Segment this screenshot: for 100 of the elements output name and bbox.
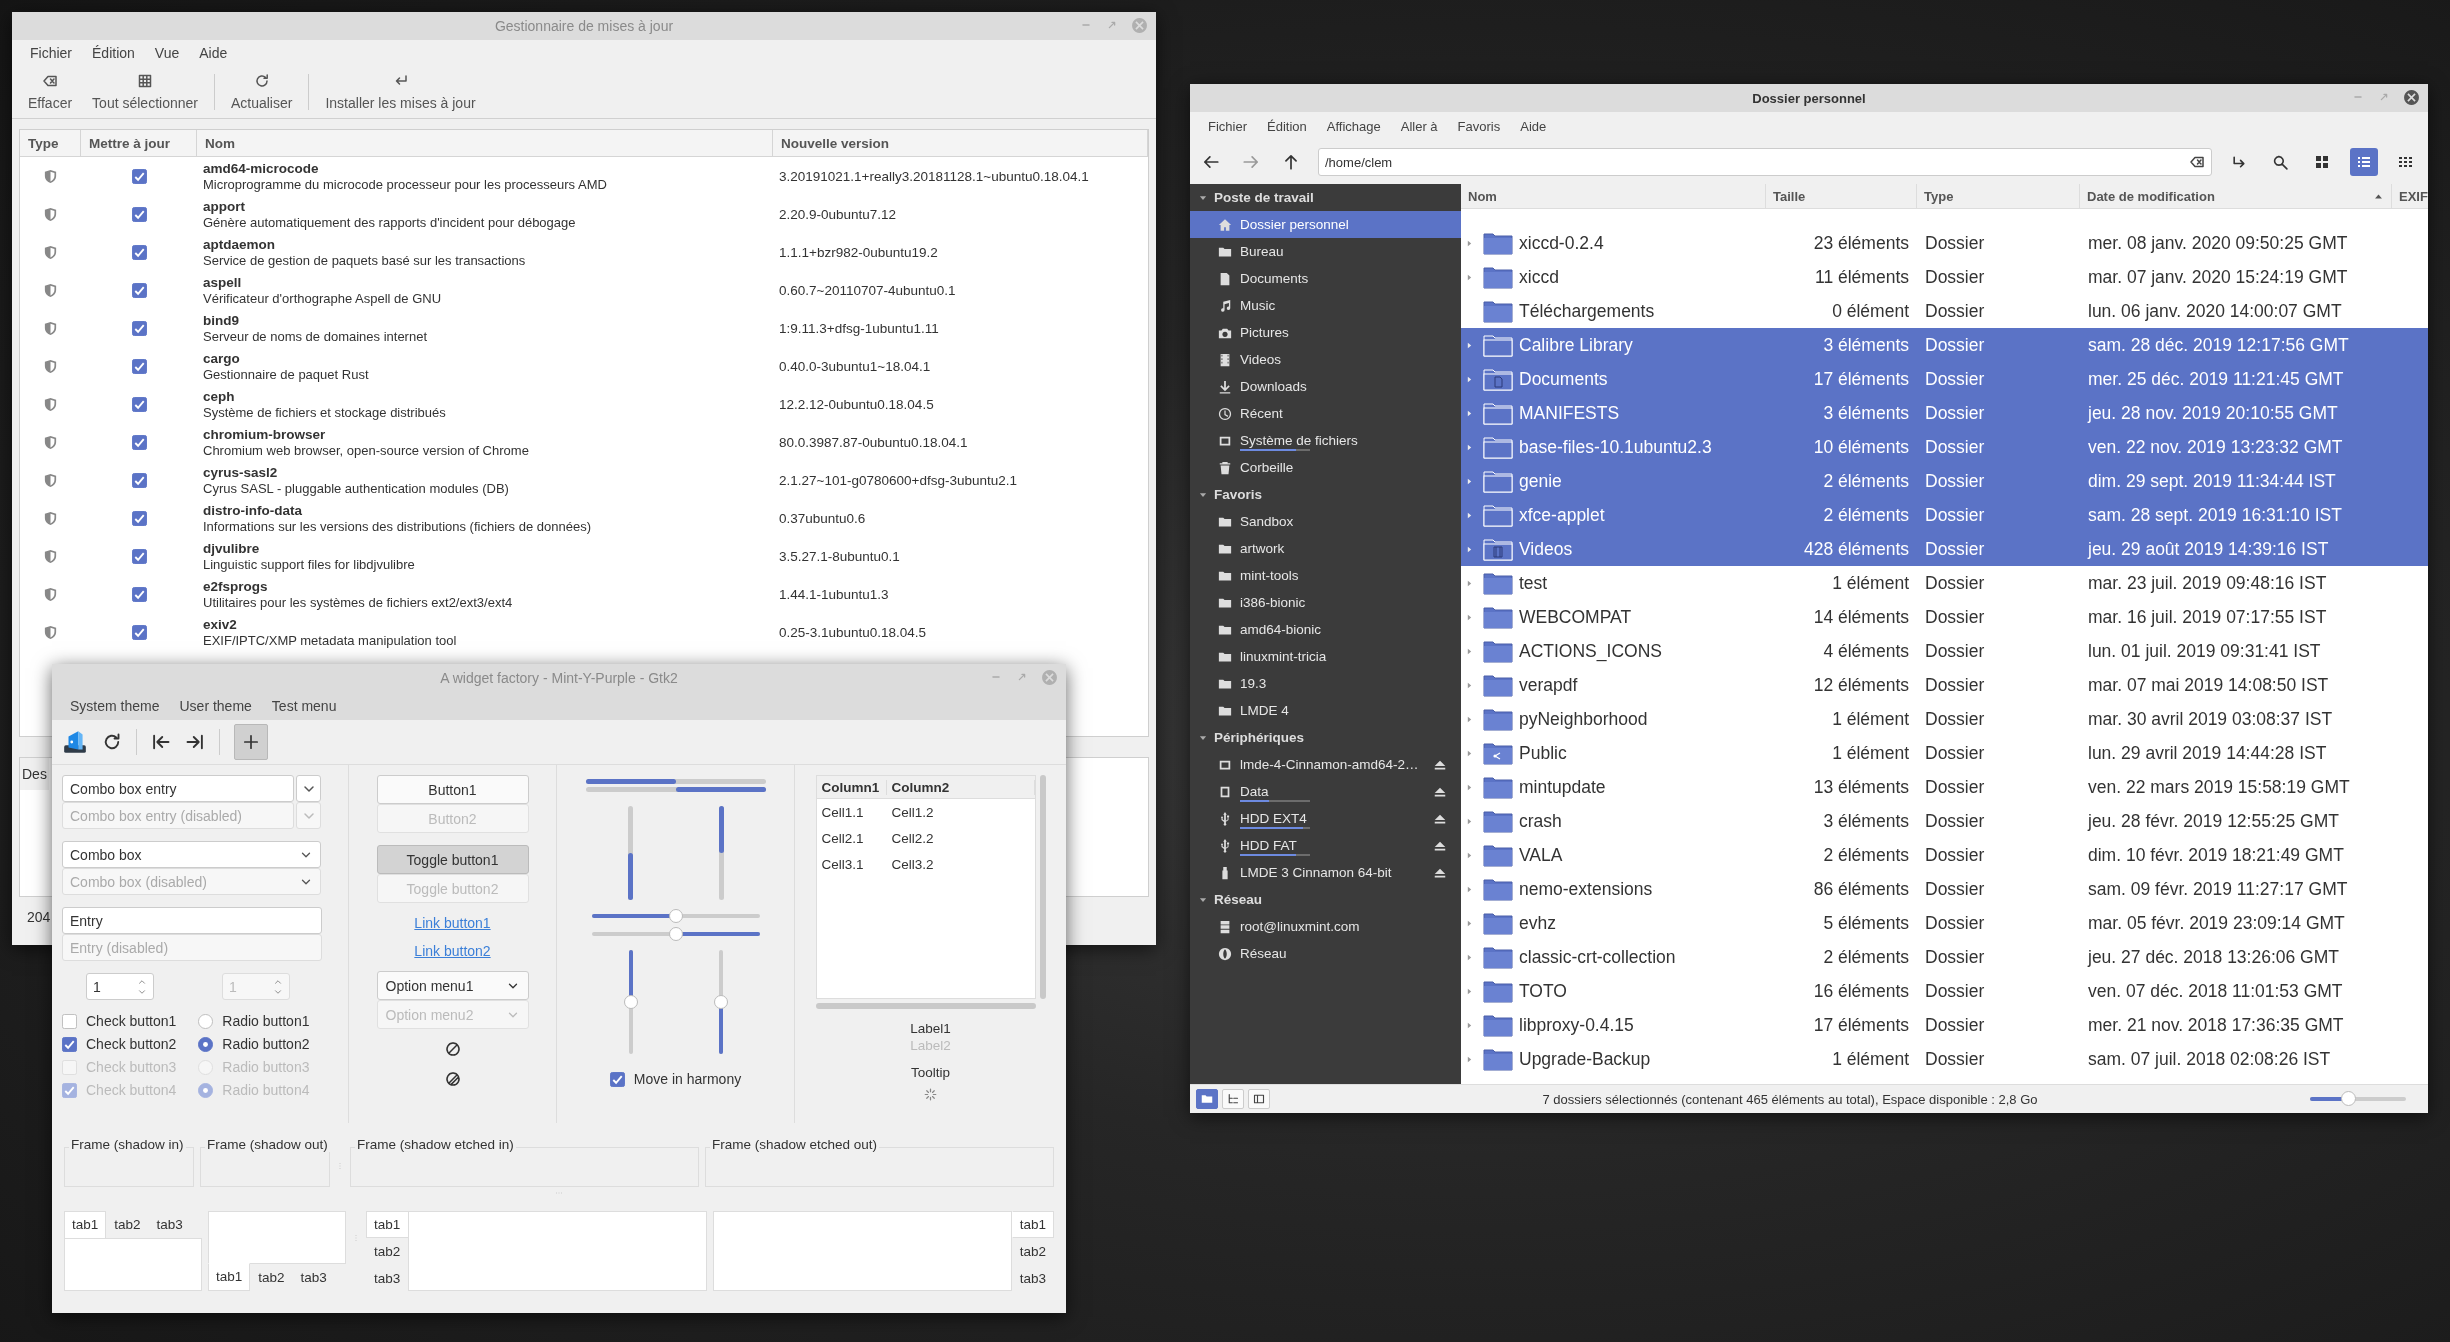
file-row[interactable]: VALA 2 éléments Dossier dim. 10 févr. 2019 18:21:49 GMT xyxy=(1461,838,2428,872)
slider-thumb[interactable] xyxy=(668,927,683,941)
menu-item[interactable]: Aller à xyxy=(1390,115,1448,137)
location-field[interactable]: /home/clem xyxy=(1318,148,2212,176)
menu-item[interactable]: Aide xyxy=(1510,115,1557,137)
file-row[interactable]: TOTO 16 éléments Dossier ven. 07 déc. 2018 11:01:53 GMT xyxy=(1461,974,2428,1008)
sidebar-item[interactable]: 19.3 xyxy=(1190,670,1461,697)
checkbox[interactable] xyxy=(62,1036,77,1052)
sidebar-item[interactable]: Music xyxy=(1190,292,1461,319)
search-icon[interactable] xyxy=(2272,153,2289,171)
column-header[interactable]: Column2 xyxy=(886,779,1035,795)
file-row[interactable]: test 1 élément Dossier mar. 23 juil. 2019 09:48:16 IST xyxy=(1461,566,2428,600)
file-row[interactable]: Téléchargements 0 élément Dossier lun. 06 janv. 2020 14:00:07 GMT xyxy=(1461,294,2428,328)
toolbar-button[interactable]: Actualiser xyxy=(220,66,303,118)
combo-entry-field[interactable]: Combo box entry xyxy=(62,775,294,802)
file-row[interactable]: Public 1 élément Dossier lun. 29 avril 2019 14:44:28 IST xyxy=(1461,736,2428,770)
checkbox[interactable] xyxy=(131,358,147,374)
column-header[interactable]: Mettre à jour xyxy=(81,130,197,156)
file-row[interactable]: Upgrade-Backup 1 élément Dossier sam. 07 juil. 2018 02:08:26 IST xyxy=(1461,1042,2428,1076)
column-header[interactable]: Nouvelle version xyxy=(773,130,1148,156)
tab[interactable]: tab3 xyxy=(366,1265,409,1292)
menu-item[interactable]: User theme xyxy=(169,695,262,717)
sidebar-item[interactable]: amd64-bionic xyxy=(1190,616,1461,643)
slider-thumb[interactable] xyxy=(623,995,638,1009)
checkbox[interactable] xyxy=(131,624,147,640)
checkbox[interactable] xyxy=(131,472,147,488)
checkbox[interactable] xyxy=(609,1071,625,1087)
menu-item[interactable]: Aide xyxy=(189,42,238,64)
sidebar-item[interactable]: Corbeille xyxy=(1190,454,1461,481)
scrollbar[interactable] xyxy=(1039,775,1046,999)
toolbar-button[interactable]: Effacer xyxy=(18,66,83,118)
sidebar-item[interactable]: Récent xyxy=(1190,400,1461,427)
file-row[interactable]: xfce-applet 2 éléments Dossier sam. 28 sept. 2019 16:31:10 IST xyxy=(1461,498,2428,532)
sidebar-item[interactable]: Downloads xyxy=(1190,373,1461,400)
backspace-icon[interactable] xyxy=(2189,154,2205,170)
checkbox[interactable] xyxy=(131,434,147,450)
sidebar-item[interactable]: linuxmint-tricia xyxy=(1190,643,1461,670)
tab[interactable]: tab2 xyxy=(250,1264,293,1291)
file-row[interactable]: Documents 17 éléments Dossier mer. 25 déc. 2019 11:21:45 GMT xyxy=(1461,362,2428,396)
file-row[interactable]: Calibre Library 3 éléments Dossier sam. 28 déc. 2019 12:17:56 GMT xyxy=(1461,328,2428,362)
slider-thumb[interactable] xyxy=(713,995,728,1009)
menu-item[interactable]: Fichier xyxy=(1198,115,1257,137)
file-row[interactable]: Videos 428 éléments Dossier jeu. 29 août 2019 14:39:16 IST xyxy=(1461,532,2428,566)
sidebar-item[interactable]: lmde-4-Cinnamon-amd64-2… xyxy=(1190,751,1433,778)
toggle-button[interactable] xyxy=(234,724,268,760)
option-menu[interactable]: Option menu1 xyxy=(376,971,529,1000)
sidebar-item[interactable]: Pictures xyxy=(1190,319,1461,346)
file-row[interactable]: xiccd 11 éléments Dossier mar. 07 janv. 2020 15:24:19 GMT xyxy=(1461,260,2428,294)
sidebar-item[interactable]: Réseau xyxy=(1190,940,1461,967)
sidebar-item[interactable]: Videos xyxy=(1190,346,1461,373)
file-row[interactable]: mintupdate 13 éléments Dossier ven. 22 mars 2019 15:58:19 GMT xyxy=(1461,770,2428,804)
checkbox[interactable] xyxy=(131,510,147,526)
up-arrow-icon[interactable] xyxy=(1282,153,1300,171)
sidebar-item[interactable]: Sandbox xyxy=(1190,508,1461,535)
scrollbar[interactable] xyxy=(815,1003,1036,1009)
file-row[interactable]: pyNeighborhood 1 élément Dossier mar. 30 avril 2019 03:08:37 IST xyxy=(1461,702,2428,736)
menu-item[interactable]: Vue xyxy=(144,42,190,64)
column-header[interactable]: Type xyxy=(20,130,81,156)
checkbox[interactable] xyxy=(131,320,147,336)
column-header[interactable]: Nom xyxy=(1461,184,1766,208)
pane-button[interactable] xyxy=(1248,1089,1270,1109)
sidebar-item[interactable]: Documents xyxy=(1190,265,1461,292)
location-toggle-icon[interactable] xyxy=(2231,153,2248,171)
sidebar-item[interactable]: HDD FAT xyxy=(1190,832,1433,859)
checkbox[interactable] xyxy=(131,282,147,298)
menu-item[interactable]: Fichier xyxy=(20,42,82,64)
tab[interactable]: tab2 xyxy=(366,1238,409,1265)
first-icon[interactable] xyxy=(151,732,171,752)
sidebar-item[interactable]: mint-tools xyxy=(1190,562,1461,589)
file-row[interactable]: base-files-10.1ubuntu2.3 10 éléments Dossier ven. 22 nov. 2019 13:23:32 GMT xyxy=(1461,430,2428,464)
file-row[interactable]: verapdf 12 éléments Dossier mar. 07 mai 2019 14:08:50 IST xyxy=(1461,668,2428,702)
column-header[interactable]: Date de modification xyxy=(2080,184,2392,208)
file-row[interactable]: classic-crt-collection 2 éléments Dossier jeu. 27 déc. 2018 13:26:06 GMT xyxy=(1461,940,2428,974)
last-icon[interactable] xyxy=(185,732,205,752)
sidebar-item[interactable]: LMDE 4 xyxy=(1190,697,1461,724)
column-header[interactable]: EXIF xyxy=(2392,184,2428,208)
pane-button[interactable] xyxy=(1222,1089,1244,1109)
link[interactable]: Link button2 xyxy=(414,943,491,959)
link[interactable]: Link button1 xyxy=(414,915,491,931)
checkbox[interactable] xyxy=(131,168,147,184)
tab[interactable]: tab3 xyxy=(1011,1265,1054,1292)
tab[interactable]: tab1 xyxy=(366,1211,410,1238)
file-row[interactable]: libproxy-0.4.15 17 éléments Dossier mer. 21 nov. 2018 17:36:35 GMT xyxy=(1461,1008,2428,1042)
pane-button[interactable] xyxy=(1196,1089,1218,1109)
refresh-icon[interactable] xyxy=(102,732,122,752)
forward-arrow-icon[interactable] xyxy=(1242,153,1260,171)
close-icon[interactable] xyxy=(2403,89,2420,106)
file-row[interactable]: ACTIONS_ICONS 4 éléments Dossier lun. 01 juil. 2019 09:31:41 IST xyxy=(1461,634,2428,668)
app-icon[interactable] xyxy=(62,729,88,755)
menu-item[interactable]: System theme xyxy=(60,695,170,717)
checkbox[interactable] xyxy=(131,586,147,602)
sidebar-item[interactable]: LMDE 3 Cinnamon 64-bit xyxy=(1190,859,1433,886)
tab[interactable]: tab1 xyxy=(1011,1211,1054,1238)
file-row[interactable]: MANIFESTS 3 éléments Dossier jeu. 28 nov. 2019 20:10:55 GMT xyxy=(1461,396,2428,430)
slider-thumb[interactable] xyxy=(2341,1091,2357,1106)
sidebar-item[interactable]: artwork xyxy=(1190,535,1461,562)
file-row[interactable]: evhz 5 éléments Dossier mar. 05 févr. 2019 23:09:14 GMT xyxy=(1461,906,2428,940)
sidebar-item[interactable]: Dossier personnel xyxy=(1190,211,1461,238)
toolbar-button[interactable]: Tout sélectionner xyxy=(82,66,208,118)
tab[interactable]: tab1 xyxy=(64,1211,107,1239)
